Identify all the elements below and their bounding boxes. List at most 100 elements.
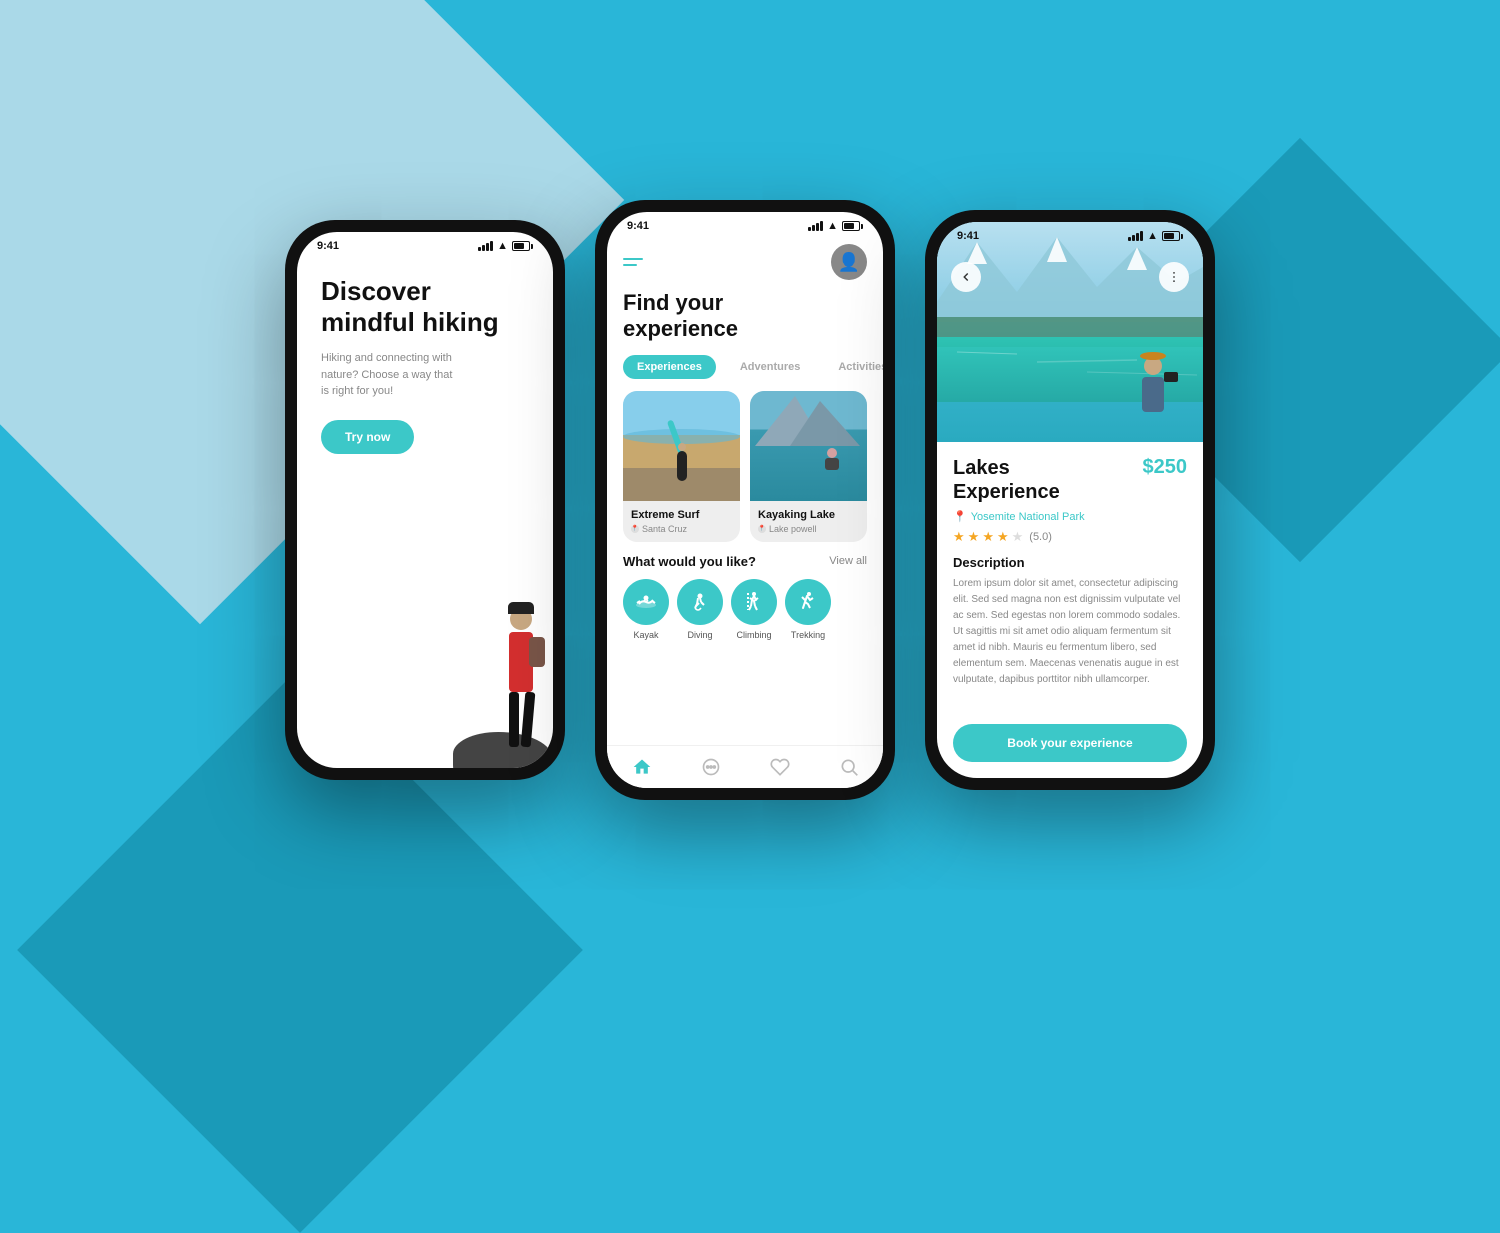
hiker-illustration <box>393 452 553 768</box>
phone-1-status-icons: ▲ <box>478 240 533 252</box>
tab-activities[interactable]: Activities <box>824 355 883 379</box>
wifi-icon: ▲ <box>497 240 508 252</box>
backpack <box>529 637 545 667</box>
phone-1-subtitle: Hiking and connecting with nature? Choos… <box>321 350 461 400</box>
phone-2-shell: 9:41 ▲ <box>595 200 895 800</box>
activity-icons-row: Kayak Diving <box>607 579 883 652</box>
signal-icon <box>478 241 493 251</box>
card-kayaking-lake[interactable]: Kayaking Lake 📍 Lake powell <box>750 391 867 542</box>
phone-2-heading: Find your experience <box>607 290 883 355</box>
lake-illustration <box>750 391 867 501</box>
phone-2-header: 👤 <box>607 236 883 290</box>
nav-home-icon[interactable] <box>631 756 653 778</box>
star-1: ★ <box>953 529 965 545</box>
photographer-figure <box>1128 357 1178 427</box>
phone-2-tabs: Experiences Adventures Activities <box>607 355 883 391</box>
rock-shape <box>453 732 553 768</box>
diving-icon-circle <box>677 579 723 625</box>
activity-diving[interactable]: Diving <box>677 579 723 640</box>
phone-1-text: Discover mindful hiking Hiking and conne… <box>297 256 553 474</box>
bottom-nav <box>607 745 883 788</box>
location-pin-icon: 📍 <box>631 525 639 533</box>
location-name: Yosemite National Park <box>971 511 1085 523</box>
activities-header: What would you like? View all <box>607 554 883 579</box>
hero-image <box>937 222 1203 442</box>
phone-2-time: 9:41 <box>627 220 649 232</box>
kayak-icon-circle <box>623 579 669 625</box>
activity-kayak[interactable]: Kayak <box>623 579 669 640</box>
mountain-bg <box>750 391 867 446</box>
phone-1-screen: 9:41 ▲ <box>297 232 553 768</box>
activity-climbing[interactable]: Climbing <box>731 579 777 640</box>
kayak-label: Kayak <box>633 630 658 640</box>
more-options-button[interactable] <box>1159 262 1189 292</box>
price-display: $250 <box>1143 456 1188 479</box>
section-title: What would you like? <box>623 554 756 569</box>
climbing-label: Climbing <box>736 630 771 640</box>
climbing-icon-circle <box>731 579 777 625</box>
rating-value: (5.0) <box>1029 531 1052 543</box>
person-legs <box>509 692 533 747</box>
photographer-head <box>1144 357 1162 375</box>
photographer-camera <box>1164 372 1178 382</box>
phones-container: 9:41 ▲ <box>285 200 1215 800</box>
battery-icon <box>1162 231 1183 241</box>
wifi-icon: ▲ <box>827 220 838 232</box>
user-avatar[interactable]: 👤 <box>831 244 867 280</box>
signal-icon <box>1128 231 1143 241</box>
activity-trekking[interactable]: Trekking <box>785 579 831 640</box>
card-location-lake: 📍 Lake powell <box>758 524 859 534</box>
hamburger-menu-icon[interactable] <box>623 258 643 266</box>
battery-icon <box>842 221 863 231</box>
book-experience-button[interactable]: Book your experience <box>953 724 1187 762</box>
star-5: ★ <box>1012 529 1024 545</box>
tab-experiences[interactable]: Experiences <box>623 355 716 379</box>
person-cap <box>508 602 534 614</box>
person-head <box>510 608 532 630</box>
beach-person <box>677 451 687 481</box>
person-figure <box>509 608 533 747</box>
phone-3-info-card: Lakes Experience $250 📍 Yosemite Nationa… <box>937 442 1203 702</box>
description-text: Lorem ipsum dolor sit amet, consectetur … <box>953 576 1187 688</box>
person-torso <box>509 632 533 692</box>
location-row: 📍 Yosemite National Park <box>953 510 1187 523</box>
try-now-button[interactable]: Try now <box>321 420 414 454</box>
title-price-row: Lakes Experience $250 <box>953 456 1187 504</box>
trekking-label: Trekking <box>791 630 825 640</box>
phone-1-title: Discover mindful hiking <box>321 276 529 338</box>
wifi-icon: ▲ <box>1147 230 1158 242</box>
description-title: Description <box>953 555 1187 570</box>
tab-adventures[interactable]: Adventures <box>726 355 815 379</box>
phone-1-shell: 9:41 ▲ <box>285 220 565 780</box>
photographer-hat <box>1140 352 1166 360</box>
card-title-lake: Kayaking Lake <box>758 509 859 521</box>
phone-3-time: 9:41 <box>957 230 979 242</box>
nav-heart-icon[interactable] <box>769 756 791 778</box>
card-location-surf: 📍 Santa Cruz <box>631 524 732 534</box>
phone-2-status-bar: 9:41 ▲ <box>607 212 883 236</box>
kayak-person <box>817 448 847 473</box>
battery-icon <box>512 241 533 251</box>
diving-label: Diving <box>687 630 712 640</box>
phone-1-time: 9:41 <box>317 240 339 252</box>
card-extreme-surf[interactable]: Extreme Surf 📍 Santa Cruz <box>623 391 740 542</box>
phone-2-screen: 9:41 ▲ <box>607 212 883 788</box>
phone-3-screen: 9:41 ▲ <box>937 222 1203 778</box>
phone-1-status-bar: 9:41 ▲ <box>297 232 553 256</box>
phone-3-title: Lakes Experience <box>953 456 1060 504</box>
star-3: ★ <box>982 529 994 545</box>
phone-3-shell: 9:41 ▲ <box>925 210 1215 790</box>
experience-cards: Extreme Surf 📍 Santa Cruz <box>607 391 883 554</box>
phone-3-status-bar: 9:41 ▲ <box>937 222 1203 246</box>
phone-3-status-icons: ▲ <box>1128 230 1183 242</box>
view-all-link[interactable]: View all <box>829 555 867 567</box>
back-button[interactable] <box>951 262 981 292</box>
nav-search-icon[interactable] <box>838 756 860 778</box>
photographer-body <box>1142 377 1164 412</box>
phone-1-content: Discover mindful hiking Hiking and conne… <box>297 256 553 768</box>
location-pin-icon: 📍 <box>758 525 766 533</box>
phone-2-status-icons: ▲ <box>808 220 863 232</box>
nav-chat-icon[interactable] <box>700 756 722 778</box>
rating-row: ★ ★ ★ ★ ★ (5.0) <box>953 529 1187 545</box>
trekking-icon-circle <box>785 579 831 625</box>
